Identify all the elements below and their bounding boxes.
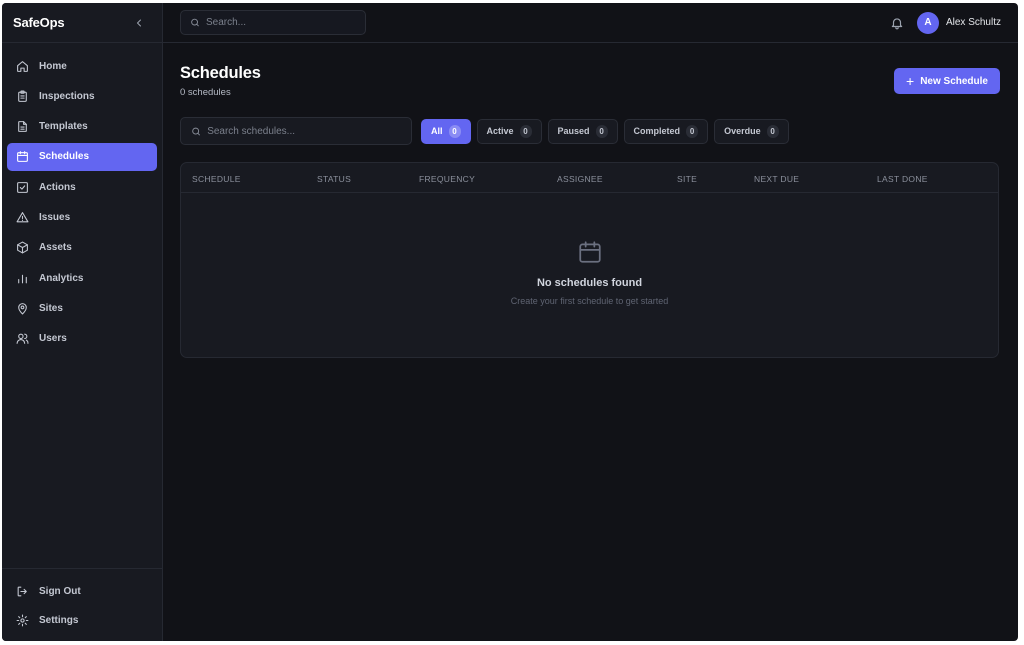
column-header-frequency[interactable]: FREQUENCY <box>419 174 475 184</box>
page-title: Schedules <box>180 64 261 82</box>
sidebar-item-label: Assets <box>39 242 72 254</box>
column-header-assignee[interactable]: ASSIGNEE <box>557 174 603 184</box>
new-schedule-label: New Schedule <box>920 75 988 87</box>
filter-row: All 0 Active 0 Paused 0 Completed 0 Over… <box>180 117 1000 145</box>
schedule-count: 0 schedules <box>180 87 231 98</box>
calendar-icon <box>578 241 601 263</box>
chip-count: 0 <box>595 124 608 138</box>
sidebar-item-assets[interactable]: Assets <box>7 234 157 262</box>
brand-row: SafeOps <box>2 3 162 43</box>
sidebar-bottom: Sign Out Settings <box>2 568 162 641</box>
global-search[interactable] <box>180 10 366 35</box>
column-header-schedule[interactable]: SCHEDULE <box>192 174 241 184</box>
app-window: SafeOps Home Inspections Templates Sched… <box>2 3 1018 641</box>
chip-count: 0 <box>686 124 699 138</box>
sidebar-item-issues[interactable]: Issues <box>7 203 157 231</box>
chip-count: 0 <box>519 124 532 138</box>
filter-chip-overdue[interactable]: Overdue 0 <box>714 118 789 144</box>
schedules-table: SCHEDULE STATUS FREQUENCY ASSIGNEE SITE … <box>180 162 999 358</box>
sidebar-item-label: Inspections <box>39 90 95 102</box>
column-header-last-done[interactable]: LAST DONE <box>877 174 928 184</box>
sidebar-item-label: Users <box>39 333 67 345</box>
schedule-search-input[interactable] <box>207 125 411 137</box>
sidebar-item-label: Actions <box>39 181 76 193</box>
sidebar-item-label: Analytics <box>39 272 84 284</box>
avatar[interactable]: A <box>916 11 939 34</box>
chip-label: Paused <box>557 126 590 136</box>
sidebar-item-label: Templates <box>39 121 88 133</box>
column-header-status[interactable]: STATUS <box>317 174 351 184</box>
sidebar-item-actions[interactable]: Actions <box>7 173 157 201</box>
bar-chart-icon <box>18 274 27 283</box>
topbar-right: A Alex Schultz <box>890 11 1001 34</box>
user-name[interactable]: Alex Schultz <box>946 17 1001 28</box>
plus-icon: + <box>906 72 915 89</box>
sidebar-item-label: Sign Out <box>39 585 81 597</box>
global-search-input[interactable] <box>206 17 365 28</box>
sidebar: SafeOps Home Inspections Templates Sched… <box>2 3 163 641</box>
empty-state-title: No schedules found <box>536 277 643 289</box>
topbar: A Alex Schultz <box>163 3 1018 43</box>
filter-chip-completed[interactable]: Completed 0 <box>623 118 709 144</box>
filter-chip-paused[interactable]: Paused 0 <box>547 118 618 144</box>
warning-icon <box>16 212 29 223</box>
column-header-site[interactable]: SITE <box>677 174 697 184</box>
chip-label: All <box>431 126 443 136</box>
sidebar-item-label: Schedules <box>39 151 90 163</box>
sidebar-item-sign-out[interactable]: Sign Out <box>7 577 157 605</box>
sidebar-item-settings[interactable]: Settings <box>7 606 157 634</box>
chip-label: Active <box>486 126 514 136</box>
sidebar-item-label: Sites <box>39 302 63 314</box>
filter-chip-active[interactable]: Active 0 <box>476 118 542 144</box>
search-icon <box>192 127 200 135</box>
box-icon <box>17 241 28 254</box>
schedule-search[interactable] <box>180 117 412 145</box>
sidebar-nav: Home Inspections Templates Schedules Act… <box>2 43 162 568</box>
users-icon <box>16 333 29 345</box>
column-header-next-due[interactable]: NEXT DUE <box>754 174 799 184</box>
sidebar-item-label: Home <box>39 60 67 72</box>
sign-out-icon <box>17 586 27 596</box>
sidebar-item-label: Settings <box>39 614 79 626</box>
clipboard-icon <box>18 90 27 102</box>
page-content: Schedules 0 schedules + New Schedule All… <box>163 43 1018 641</box>
main-area: A Alex Schultz Schedules 0 schedules + N… <box>163 3 1018 641</box>
filter-chip-all[interactable]: All 0 <box>421 118 471 144</box>
checkbox-icon <box>17 181 28 193</box>
calendar-icon <box>17 151 28 163</box>
sidebar-item-schedules[interactable]: Schedules <box>7 142 157 171</box>
home-icon <box>17 60 28 72</box>
chip-label: Completed <box>633 126 681 136</box>
sidebar-item-home[interactable]: Home <box>7 52 157 80</box>
gear-icon <box>16 614 29 626</box>
brand-logo: SafeOps <box>13 15 65 30</box>
empty-state: No schedules found Create your first sch… <box>181 239 998 306</box>
sidebar-item-sites[interactable]: Sites <box>7 294 157 322</box>
table-header: SCHEDULE STATUS FREQUENCY ASSIGNEE SITE … <box>181 163 998 193</box>
title-row: Schedules 0 schedules + New Schedule <box>180 64 1000 98</box>
sidebar-item-inspections[interactable]: Inspections <box>7 82 157 110</box>
map-pin-icon <box>18 302 27 315</box>
sidebar-item-label: Issues <box>39 211 71 223</box>
chip-count: 0 <box>766 124 779 138</box>
sidebar-item-users[interactable]: Users <box>7 325 157 353</box>
new-schedule-button[interactable]: + New Schedule <box>894 68 1000 94</box>
chip-label: Overdue <box>724 126 761 136</box>
sidebar-item-analytics[interactable]: Analytics <box>7 264 157 292</box>
empty-state-subtitle: Create your first schedule to get starte… <box>510 296 669 306</box>
collapse-sidebar-icon[interactable] <box>132 16 146 30</box>
chip-count: 0 <box>448 124 461 138</box>
sidebar-item-templates[interactable]: Templates <box>7 113 157 141</box>
document-icon <box>18 121 27 133</box>
bell-icon[interactable] <box>890 16 904 30</box>
search-icon <box>191 18 199 27</box>
